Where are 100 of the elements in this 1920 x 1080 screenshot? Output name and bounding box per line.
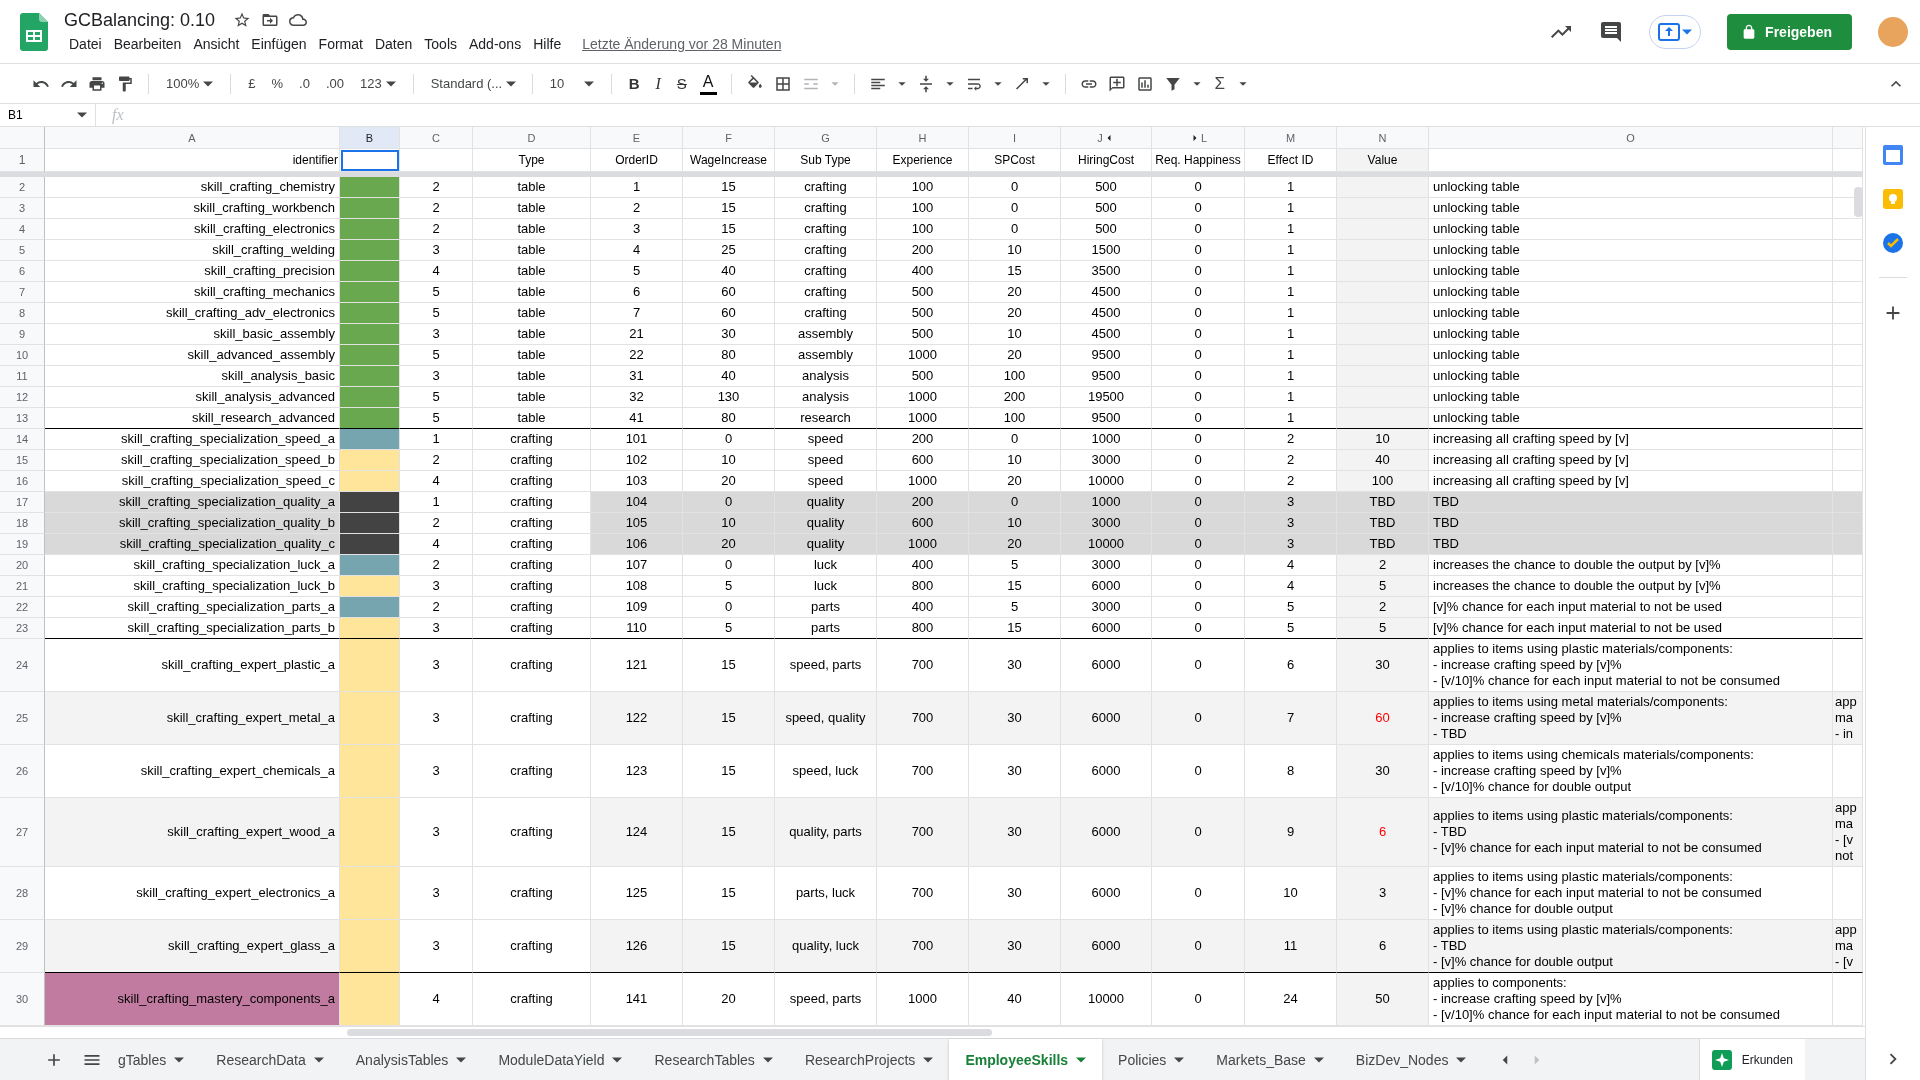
- menu-item[interactable]: Format: [313, 33, 368, 54]
- sheet-tab[interactable]: ResearchData: [200, 1038, 340, 1080]
- row-number[interactable]: 29: [0, 920, 45, 973]
- menu-item[interactable]: Hilfe: [528, 33, 567, 54]
- column-header[interactable]: C: [400, 127, 473, 149]
- sheet-tab[interactable]: BizDev_Nodes: [1339, 1038, 1483, 1080]
- column-header[interactable]: E: [591, 127, 683, 149]
- column-header[interactable]: H: [877, 127, 969, 149]
- row-number[interactable]: 11: [0, 366, 45, 387]
- row-number[interactable]: 2: [0, 177, 45, 198]
- font-dropdown[interactable]: Standard (...: [427, 74, 518, 93]
- row-number[interactable]: 5: [0, 240, 45, 261]
- horizontal-scrollbar[interactable]: [347, 1029, 992, 1036]
- row-number[interactable]: 4: [0, 219, 45, 240]
- row-number[interactable]: 24: [0, 639, 45, 692]
- last-edit-link[interactable]: Letzte Änderung vor 28 Minuten: [582, 35, 782, 52]
- menu-item[interactable]: Einfügen: [246, 33, 312, 54]
- row-number[interactable]: 8: [0, 303, 45, 324]
- calendar-icon[interactable]: [1883, 145, 1903, 165]
- table-cell: 21: [591, 324, 683, 345]
- column-header[interactable]: A: [45, 127, 340, 149]
- row-number[interactable]: 17: [0, 492, 45, 513]
- explore-button[interactable]: Erkunden: [1698, 1038, 1805, 1080]
- row-number[interactable]: 14: [0, 429, 45, 450]
- increase-decimals-button[interactable]: .00: [322, 74, 347, 93]
- column-header[interactable]: N: [1337, 127, 1429, 149]
- row-number[interactable]: 18: [0, 513, 45, 534]
- document-title[interactable]: GCBalancing: 0.10: [64, 9, 216, 31]
- sheet-tab[interactable]: Markets_Base: [1200, 1038, 1340, 1080]
- menu-item[interactable]: Tools: [419, 33, 462, 54]
- column-header[interactable]: J: [1097, 129, 1103, 146]
- row-number[interactable]: 21: [0, 576, 45, 597]
- menu-item[interactable]: Add-ons: [464, 33, 527, 54]
- menu-item[interactable]: Ansicht: [188, 33, 245, 54]
- folder-icon[interactable]: [261, 11, 280, 29]
- sheet-tab[interactable]: ResearchTables: [638, 1038, 789, 1080]
- row-number[interactable]: 25: [0, 692, 45, 745]
- selected-cell[interactable]: [340, 149, 400, 172]
- column-header[interactable]: B: [340, 127, 400, 149]
- print-icon[interactable]: [88, 74, 106, 93]
- decrease-decimals-button[interactable]: .0: [296, 74, 313, 93]
- row-number[interactable]: 23: [0, 618, 45, 639]
- zoom-dropdown[interactable]: 100%: [163, 74, 217, 93]
- comment-icon[interactable]: [1599, 19, 1624, 44]
- sheet-tab[interactable]: ResearchProjects: [788, 1038, 950, 1080]
- chart-icon[interactable]: [1135, 74, 1154, 93]
- cloud-icon[interactable]: [289, 11, 308, 29]
- sheet-tab[interactable]: gTables: [102, 1038, 201, 1080]
- add-comment-icon[interactable]: [1107, 74, 1126, 93]
- column-header[interactable]: I: [969, 127, 1061, 149]
- vertical-scrollbar[interactable]: [1854, 187, 1863, 217]
- row-number[interactable]: 28: [0, 867, 45, 920]
- share-button[interactable]: Freigeben: [1727, 13, 1852, 50]
- strikethrough-button[interactable]: S: [673, 73, 690, 94]
- text-color-button[interactable]: A: [699, 72, 717, 95]
- functions-button[interactable]: Σ: [1211, 71, 1229, 96]
- sheets-logo[interactable]: [20, 12, 48, 51]
- row-number[interactable]: 30: [0, 973, 45, 1026]
- row-number[interactable]: 13: [0, 408, 45, 429]
- column-header[interactable]: L: [1200, 129, 1208, 146]
- paint-format-icon[interactable]: [116, 74, 134, 93]
- check-circle-icon[interactable]: [1883, 233, 1903, 253]
- sheet-tab[interactable]: AnalysisTables: [339, 1038, 483, 1080]
- row-number[interactable]: 9: [0, 324, 45, 345]
- more-formats-dropdown[interactable]: 123: [356, 74, 399, 93]
- row-number[interactable]: 7: [0, 282, 45, 303]
- row-number[interactable]: 22: [0, 597, 45, 618]
- row-number[interactable]: 12: [0, 387, 45, 408]
- row-number[interactable]: 16: [0, 471, 45, 492]
- row-number[interactable]: 26: [0, 745, 45, 798]
- menu-item[interactable]: Datei: [64, 33, 107, 54]
- row-number[interactable]: 19: [0, 534, 45, 555]
- star-icon[interactable]: [233, 11, 252, 29]
- row-number[interactable]: 1: [0, 149, 45, 172]
- bold-button[interactable]: B: [625, 73, 643, 94]
- table-cell: speed, quality: [775, 692, 877, 745]
- percent-format-button[interactable]: %: [268, 74, 287, 93]
- sheet-tab[interactable]: EmployeeSkills: [949, 1038, 1103, 1080]
- menu-item[interactable]: Daten: [369, 33, 418, 54]
- menu-item[interactable]: Bearbeiten: [108, 33, 187, 54]
- sheet-tab[interactable]: Policies: [1102, 1038, 1201, 1080]
- row-number[interactable]: 20: [0, 555, 45, 576]
- table-cell: [1833, 429, 1863, 450]
- column-header[interactable]: G: [775, 127, 877, 149]
- column-header[interactable]: O: [1429, 127, 1833, 149]
- name-box[interactable]: B1: [0, 103, 96, 127]
- column-header[interactable]: D: [473, 127, 591, 149]
- row-number[interactable]: 6: [0, 261, 45, 282]
- row-number[interactable]: 10: [0, 345, 45, 366]
- row-number[interactable]: 27: [0, 798, 45, 867]
- currency-format-button[interactable]: £: [245, 74, 259, 93]
- row-number[interactable]: 15: [0, 450, 45, 471]
- column-header[interactable]: F: [683, 127, 775, 149]
- row-number[interactable]: 3: [0, 198, 45, 219]
- column-header[interactable]: M: [1245, 127, 1337, 149]
- font-size-dropdown[interactable]: 10: [546, 74, 597, 93]
- sheet-tab[interactable]: ModuleDataYield: [482, 1038, 639, 1080]
- table-cell: TBD: [1429, 492, 1833, 513]
- italic-button[interactable]: I: [652, 72, 664, 95]
- borders-icon[interactable]: [773, 74, 792, 93]
